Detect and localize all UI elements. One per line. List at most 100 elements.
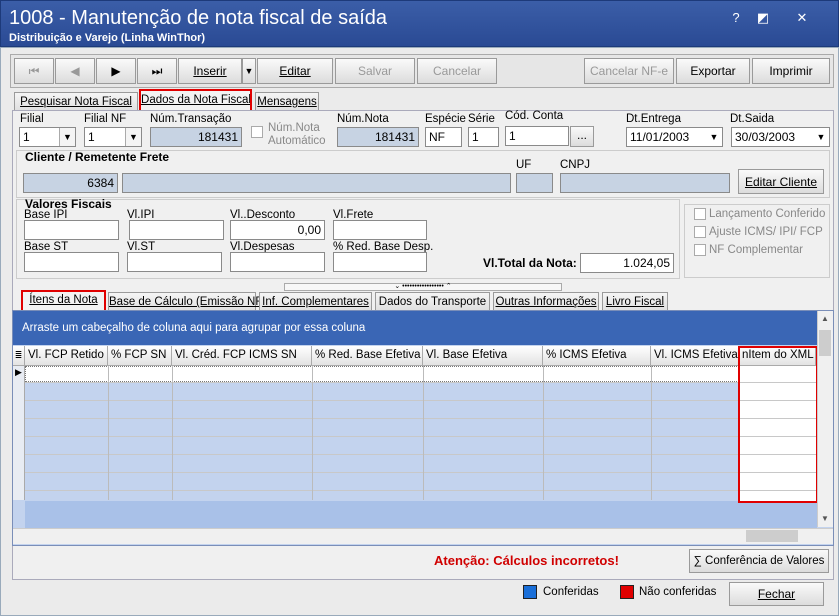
prev-record-button[interactable]: ◀ [55,58,95,84]
cliente-section-label: Cliente / Remetente Frete [25,150,170,164]
scroll-down-icon[interactable]: ▼ [818,512,832,526]
next-record-button[interactable]: ▶ [96,58,136,84]
cliente-name-field [122,173,511,193]
num-nota-field[interactable]: 181431 [337,127,419,147]
close-icon[interactable]: ✕ [792,9,812,27]
especie-field[interactable]: NF [425,127,462,147]
subtab-base-calculo[interactable]: Base de Cálculo (Emissão NF) [108,292,266,312]
base-ipi-field[interactable] [24,220,119,240]
vl-st-field[interactable] [127,252,222,272]
grid-line [25,382,817,383]
chevron-down-icon[interactable]: ▼ [125,128,141,146]
editar-button[interactable]: Editar [257,58,333,84]
inserir-dropdown-icon[interactable]: ▼ [242,58,256,84]
imprimir-button[interactable]: Imprimir [752,58,830,84]
dt-entrega-field[interactable]: 11/01/2003 ▼ [626,127,723,147]
row-indicator-column [13,366,25,500]
grid-line [25,418,817,419]
cod-conta-label: Cód. Conta [505,110,564,122]
help-icon[interactable]: ? [726,9,746,27]
filial-label: Filial [20,113,44,125]
ajuste-icms-checkbox[interactable] [694,226,706,238]
serie-field[interactable]: 1 [468,127,499,147]
first-record-button[interactable]: ⏮ [14,58,54,84]
col-fcp-sn[interactable]: % FCP SN [108,346,172,366]
scroll-up-icon[interactable]: ▲ [818,312,832,326]
num-nota-label: Núm.Nota [337,113,389,125]
current-row-icon: ▶ [15,367,22,377]
window-subtitle: Distribuição e Varejo (Linha WinThor) [9,32,206,44]
highlight-nitem-column [738,346,818,503]
warning-text: Atenção: Cálculos incorretos! [434,553,619,568]
red-base-field[interactable] [333,252,427,272]
group-hint: Arraste um cabeçalho de coluna aqui para… [22,322,366,334]
conferencia-valores-button[interactable]: ∑ Conferência de Valores [689,549,829,573]
grid-options-icon[interactable]: ≣ [13,346,25,366]
sigma-icon: ∑ [693,555,706,567]
cancelar-nfe-button[interactable]: Cancelar NF-e [584,58,674,84]
window-title: 1008 - Manutenção de nota fiscal de saíd… [9,7,388,29]
num-nota-auto-label: Núm.Nota Automático [268,122,326,147]
subtab-dados-transporte[interactable]: Dados do Transporte [375,292,490,312]
cliente-code-field[interactable]: 6384 [23,173,118,193]
num-nota-auto-checkbox[interactable] [251,126,263,138]
subtab-outras-informacoes[interactable]: Outras Informações [493,292,599,312]
conferidas-color-swatch [523,585,537,599]
salvar-button[interactable]: Salvar [335,58,415,84]
dt-saida-field[interactable]: 30/03/2003 ▼ [731,127,830,147]
filial-select[interactable]: 1 ▼ [19,127,76,147]
scroll-thumb[interactable] [819,330,831,356]
chevron-down-icon[interactable]: ▼ [59,128,75,146]
editar-cliente-button[interactable]: Editar Cliente [738,169,824,194]
total-label: Vl.Total da Nota: [483,256,577,270]
chevron-down-icon[interactable]: ▼ [813,128,829,146]
title-bar: 1008 - Manutenção de nota fiscal de saíd… [0,0,839,47]
highlight-itens-tab [21,290,106,312]
chevron-down-icon[interactable]: ▼ [706,128,722,146]
grid-line [25,454,817,455]
col-vl-icms-efetiva[interactable]: Vl. ICMS Efetiva [651,346,739,366]
col-vl-cred-fcp[interactable]: Vl. Créd. FCP ICMS SN [172,346,312,366]
vl-desconto-field[interactable]: 0,00 [230,220,325,240]
splitter-handle[interactable]: ⌄ ••••••••••••••••• ⌃ [284,283,562,291]
cod-conta-lookup-button[interactable]: ... [570,126,594,147]
fechar-button[interactable]: Fechar [729,582,824,606]
hscroll-thumb[interactable] [746,530,798,542]
col-vl-fcp-retido[interactable]: Vl. FCP Retido [25,346,108,366]
uf-field [516,173,553,193]
tab-pesquisar-nota[interactable]: Pesquisar Nota Fiscal [14,92,138,112]
vl-frete-field[interactable] [333,220,427,240]
total-field: 1.024,05 [580,253,674,273]
grid-line [172,366,173,500]
restore-icon[interactable]: ◩ [753,9,773,27]
subtab-livro-fiscal[interactable]: Livro Fiscal [602,292,668,312]
col-vl-base-efetiva[interactable]: Vl. Base Efetiva [423,346,543,366]
lancamento-conferido-checkbox[interactable] [694,208,706,220]
ajuste-icms-label: Ajuste ICMS/ IPI/ FCP [709,226,823,238]
col-red-base-efetiva[interactable]: % Red. Base Efetiva [312,346,423,366]
num-transacao-field: 181431 [150,127,242,147]
vl-ipi-field[interactable] [129,220,224,240]
nao-conferidas-color-swatch [620,585,634,599]
nf-complementar-checkbox[interactable] [694,244,706,256]
table-row[interactable] [25,366,817,382]
subtab-inf-complementares[interactable]: Inf. Complementares [259,292,372,312]
cod-conta-field[interactable]: 1 [505,126,569,146]
grid-line [25,436,817,437]
exportar-button[interactable]: Exportar [676,58,750,84]
serie-label: Série [468,113,495,125]
inserir-button[interactable]: Inserir [178,58,242,84]
tab-mensagens[interactable]: Mensagens [255,92,319,112]
base-st-field[interactable] [24,252,119,272]
cancelar-button[interactable]: Cancelar [417,58,497,84]
col-icms-efetiva[interactable]: % ICMS Efetiva [543,346,651,366]
vl-despesas-field[interactable] [230,252,325,272]
filial-nf-select[interactable]: 1 ▼ [84,127,142,147]
grid-footer [25,501,817,528]
grid-line [25,472,817,473]
grid-line [108,366,109,500]
nf-complementar-label: NF Complementar [709,244,803,256]
last-record-button[interactable]: ⏭ [137,58,177,84]
grid-line [25,400,817,401]
horizontal-scrollbar[interactable] [13,528,833,544]
